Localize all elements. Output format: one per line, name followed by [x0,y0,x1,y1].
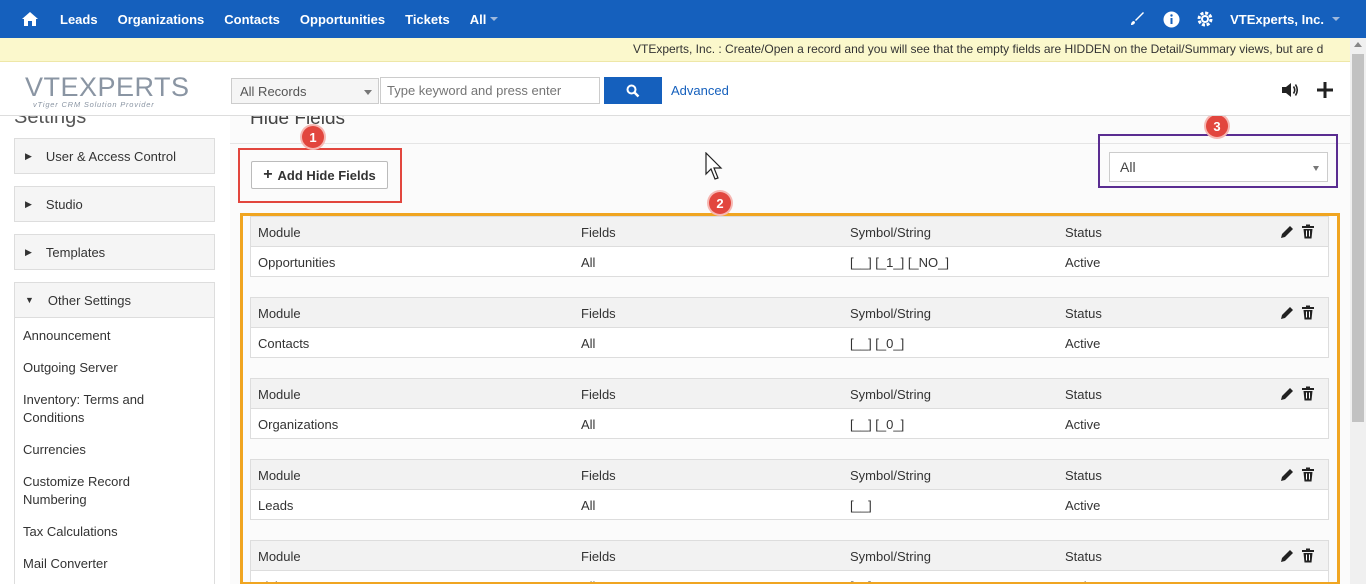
paintbrush-icon[interactable] [1128,10,1146,28]
sidebar-item-mail-converter[interactable]: Mail Converter [23,555,203,573]
step-badge-2: 2 [709,192,731,214]
sidebar-section-label: Other Settings [47,292,132,308]
chevron-down-icon [490,17,499,21]
settings-sidebar: Settings ▶ User & Access Control ▶ Studi… [0,116,230,584]
sidebar-item-announcement[interactable]: Announcement [23,327,203,345]
step-badge-1: 1 [302,126,324,148]
sidebar-item-inventory-terms[interactable]: Inventory: Terms and Conditions [23,391,163,427]
step-badge-3: 3 [1206,116,1228,137]
speaker-icon[interactable] [1279,80,1301,100]
scrollbar-thumb[interactable] [1352,54,1364,422]
scroll-up-arrow-icon[interactable] [1354,42,1362,47]
main-content: Hide Fields + Add Hide Fields All Module… [230,116,1350,584]
caret-down-icon: ▼ [25,295,34,305]
other-settings-list: Announcement Outgoing Server Inventory: … [14,318,215,584]
nav-contacts[interactable]: Contacts [224,12,280,27]
caret-right-icon: ▶ [25,246,32,257]
caret-down-icon [364,90,372,95]
nav-organizations[interactable]: Organizations [118,12,205,27]
highlight-box-filter [1098,134,1338,188]
sidebar-section-other-settings[interactable]: ▼ Other Settings [14,282,215,318]
sidebar-item-record-numbering[interactable]: Customize Record Numbering [23,473,143,509]
top-navigation: Leads Organizations Contacts Opportuniti… [0,0,1366,38]
search-button[interactable] [604,77,662,104]
mouse-cursor-icon [705,152,723,180]
chevron-down-icon [1332,17,1340,21]
sidebar-section-user-access[interactable]: ▶ User & Access Control [14,138,215,174]
nav-tickets[interactable]: Tickets [405,12,450,27]
gear-icon[interactable] [1196,10,1214,28]
logo[interactable]: VTEXPERTS vTiger CRM Solution Provider [25,72,189,112]
advanced-search-link[interactable]: Advanced [671,83,729,98]
sidebar-item-outgoing-server[interactable]: Outgoing Server [23,359,203,377]
nav-leads[interactable]: Leads [60,12,98,27]
account-name: VTExperts, Inc. [1230,11,1324,27]
sidebar-section-label: Templates [45,244,106,260]
nav-opportunities[interactable]: Opportunities [300,12,385,27]
caret-right-icon: ▶ [25,150,32,161]
highlight-box-add-button [238,148,402,203]
home-icon[interactable] [20,10,40,28]
sidebar-section-templates[interactable]: ▶ Templates [14,234,215,270]
records-select-value: All Records [240,84,307,99]
caret-right-icon: ▶ [25,198,32,209]
announcement-text: VTExperts, Inc. : Create/Open a record a… [633,42,1324,56]
sidebar-section-label: User & Access Control [45,148,176,164]
sidebar-title: Settings [14,116,87,128]
sidebar-section-label: Studio [45,196,83,212]
records-type-select[interactable]: All Records [231,78,379,104]
account-menu[interactable]: VTExperts, Inc. [1230,12,1340,27]
info-icon[interactable] [1162,10,1180,28]
nav-right-tools: VTExperts, Inc. [1112,0,1340,38]
search-input[interactable] [380,77,600,104]
logo-tagline: vTiger CRM Solution Provider [33,100,155,109]
page-scrollbar[interactable] [1350,38,1366,584]
sidebar-item-tax-calculations[interactable]: Tax Calculations [23,523,203,541]
nav-all-menu[interactable]: All [470,12,499,27]
highlight-box-rules [240,213,1340,584]
add-plus-icon[interactable] [1314,80,1336,100]
search-icon [626,84,640,97]
nav-all-label: All [469,11,487,27]
logo-text: VTEXPERTS [25,72,190,102]
page-title: Hide Fields [250,116,346,129]
announcement-bar: VTExperts, Inc. : Create/Open a record a… [0,38,1350,62]
sidebar-section-studio[interactable]: ▶ Studio [14,186,215,222]
sidebar-item-currencies[interactable]: Currencies [23,441,203,459]
header-bar: VTEXPERTS vTiger CRM Solution Provider A… [0,62,1350,116]
